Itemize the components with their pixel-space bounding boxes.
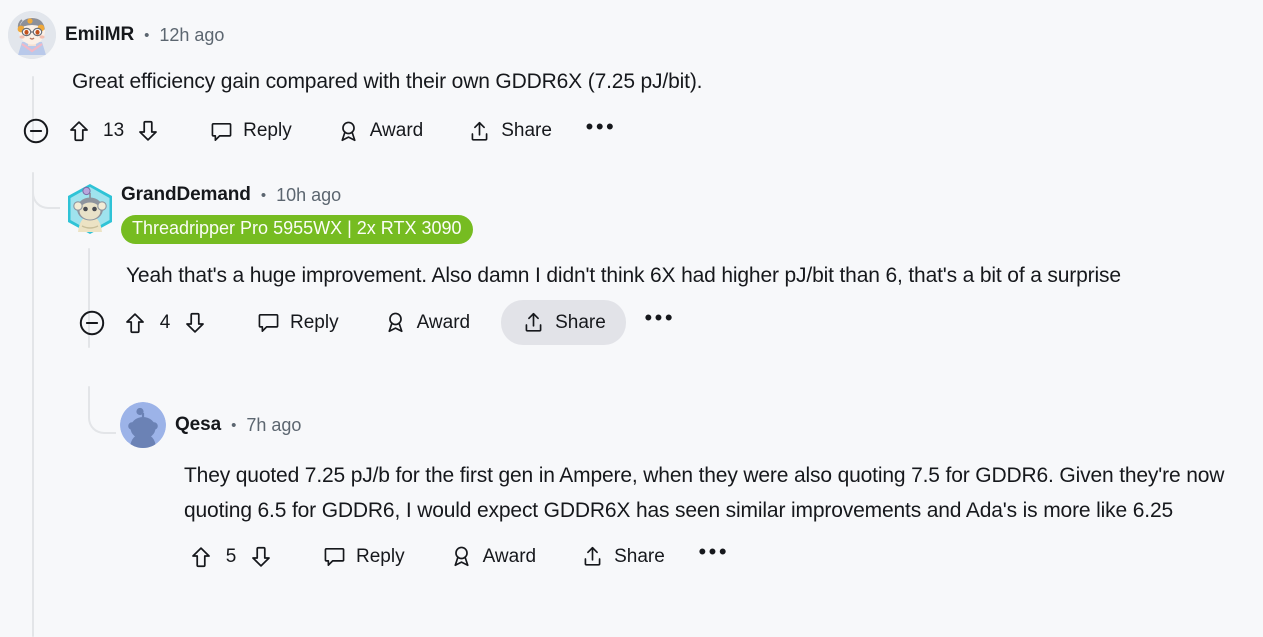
minus-circle-icon bbox=[79, 310, 105, 335]
anime-character-avatar-icon bbox=[8, 11, 56, 59]
downvote-arrow-icon bbox=[139, 121, 158, 142]
share-upload-icon bbox=[584, 546, 601, 566]
award-medal-icon bbox=[387, 312, 403, 333]
thread-line-depth-2-lower[interactable] bbox=[88, 386, 90, 408]
upvote-button-qesa[interactable] bbox=[184, 540, 218, 574]
comment-thread: EmilMR • 12h ago Great efficiency gain c… bbox=[0, 0, 1263, 637]
minus-circle-icon bbox=[23, 119, 49, 144]
downvote-arrow-icon bbox=[252, 546, 270, 567]
vote-score-qesa: 5 bbox=[225, 545, 237, 567]
more-options-button-granddemand[interactable]: ••• bbox=[640, 301, 680, 344]
name-row-qesa: Qesa • 7h ago bbox=[175, 414, 301, 436]
comment-timestamp-emilmr: 12h ago bbox=[159, 24, 225, 45]
downvote-button-emilmr[interactable] bbox=[131, 114, 165, 148]
share-label: Share bbox=[555, 311, 606, 333]
name-row-emilmr: EmilMR • 12h ago bbox=[65, 24, 224, 46]
vote-group-granddemand: 4 bbox=[112, 299, 225, 347]
collapse-button-granddemand[interactable] bbox=[72, 302, 112, 344]
comment-emilmr: EmilMR • 12h ago Great efficiency gain c… bbox=[8, 11, 1208, 153]
comment-author-qesa[interactable]: Qesa bbox=[175, 414, 221, 436]
upvote-button-granddemand[interactable] bbox=[118, 306, 152, 340]
award-label: Award bbox=[416, 311, 471, 333]
award-button-granddemand[interactable]: Award bbox=[370, 303, 484, 342]
thread-elbow-to-qesa bbox=[88, 406, 116, 434]
vote-group-emilmr: 13 bbox=[56, 107, 178, 155]
avatar-granddemand[interactable] bbox=[64, 182, 112, 234]
comment-bubble-icon bbox=[211, 122, 232, 141]
share-upload-icon bbox=[525, 313, 542, 332]
award-label: Award bbox=[482, 545, 537, 567]
name-row-granddemand: GrandDemand • 10h ago bbox=[121, 180, 473, 210]
vote-group-qesa: 5 bbox=[178, 533, 291, 581]
downvote-button-granddemand[interactable] bbox=[178, 306, 212, 340]
vote-score-emilmr: 13 bbox=[103, 120, 125, 142]
avatar-emilmr[interactable] bbox=[8, 11, 56, 59]
meta-separator: • bbox=[260, 186, 267, 204]
comment-body-qesa: They quoted 7.25 pJ/b for the first gen … bbox=[184, 464, 1225, 523]
comment-author-granddemand[interactable]: GrandDemand bbox=[121, 184, 251, 206]
reply-button-emilmr[interactable]: Reply bbox=[196, 112, 305, 151]
reply-label: Reply bbox=[356, 545, 405, 567]
share-label: Share bbox=[614, 545, 665, 567]
comment-bubble-icon bbox=[324, 547, 345, 567]
award-button-qesa[interactable]: Award bbox=[436, 537, 550, 576]
comment-timestamp-qesa: 7h ago bbox=[246, 414, 302, 435]
award-button-emilmr[interactable]: Award bbox=[323, 112, 437, 151]
downvote-arrow-icon bbox=[186, 312, 204, 333]
award-label: Award bbox=[369, 120, 424, 142]
meta-separator: • bbox=[144, 26, 150, 44]
reply-button-granddemand[interactable]: Reply bbox=[243, 303, 352, 342]
comment-actions-qesa: 5 Reply Award Share ••• bbox=[178, 535, 1250, 579]
upvote-button-emilmr[interactable] bbox=[62, 114, 96, 148]
reply-label: Reply bbox=[243, 120, 292, 142]
vote-score-granddemand: 4 bbox=[159, 311, 171, 333]
comment-author-emilmr[interactable]: EmilMR bbox=[65, 24, 134, 46]
comment-qesa: Qesa • 7h ago They quoted 7.25 pJ/b for … bbox=[120, 402, 1250, 579]
reply-label: Reply bbox=[290, 311, 339, 333]
comment-header-granddemand: GrandDemand • 10h ago Threadripper Pro 5… bbox=[64, 180, 1214, 244]
comment-bubble-icon bbox=[258, 314, 279, 333]
collapse-button-emilmr[interactable] bbox=[16, 110, 56, 152]
meta-separator: • bbox=[231, 416, 237, 434]
downvote-button-qesa[interactable] bbox=[244, 540, 278, 574]
share-button-qesa[interactable]: Share bbox=[567, 537, 678, 576]
comment-body-granddemand: Yeah that's a huge improvement. Also dam… bbox=[126, 263, 1121, 287]
award-medal-icon bbox=[341, 121, 356, 141]
thread-line-depth-1-lower[interactable] bbox=[32, 172, 34, 637]
upvote-arrow-icon bbox=[70, 121, 88, 142]
share-button-granddemand[interactable]: Share bbox=[501, 300, 626, 346]
share-button-emilmr[interactable]: Share bbox=[454, 112, 565, 151]
share-label: Share bbox=[501, 120, 552, 142]
comment-meta-granddemand: GrandDemand • 10h ago Threadripper Pro 5… bbox=[121, 180, 473, 244]
comment-granddemand: GrandDemand • 10h ago Threadripper Pro 5… bbox=[64, 180, 1214, 347]
comment-meta-emilmr: EmilMR • 12h ago bbox=[65, 24, 224, 46]
user-flair-granddemand[interactable]: Threadripper Pro 5955WX | 2x RTX 3090 bbox=[121, 215, 473, 244]
comment-actions-emilmr: 13 Reply Award Share ••• bbox=[16, 109, 1208, 153]
comment-timestamp-granddemand: 10h ago bbox=[276, 184, 342, 205]
share-upload-icon bbox=[471, 121, 488, 141]
more-options-button-qesa[interactable]: ••• bbox=[694, 535, 734, 578]
reply-button-qesa[interactable]: Reply bbox=[309, 537, 418, 576]
award-medal-icon bbox=[453, 546, 469, 567]
snoo-default-avatar-icon bbox=[120, 402, 166, 448]
comment-header-emilmr: EmilMR • 12h ago bbox=[8, 11, 1208, 59]
more-options-button-emilmr[interactable]: ••• bbox=[581, 110, 621, 153]
comment-meta-qesa: Qesa • 7h ago bbox=[175, 414, 301, 436]
comment-actions-granddemand: 4 Reply Award Share ••• bbox=[72, 299, 1214, 347]
thread-elbow-to-granddemand bbox=[32, 181, 60, 209]
comment-body-emilmr: Great efficiency gain compared with thei… bbox=[72, 70, 703, 93]
upvote-arrow-icon bbox=[192, 546, 210, 567]
comment-header-qesa: Qesa • 7h ago bbox=[120, 402, 1250, 448]
snoo-hexagon-nft-avatar-icon bbox=[68, 184, 112, 234]
upvote-arrow-icon bbox=[126, 313, 144, 333]
avatar-qesa[interactable] bbox=[120, 402, 166, 448]
